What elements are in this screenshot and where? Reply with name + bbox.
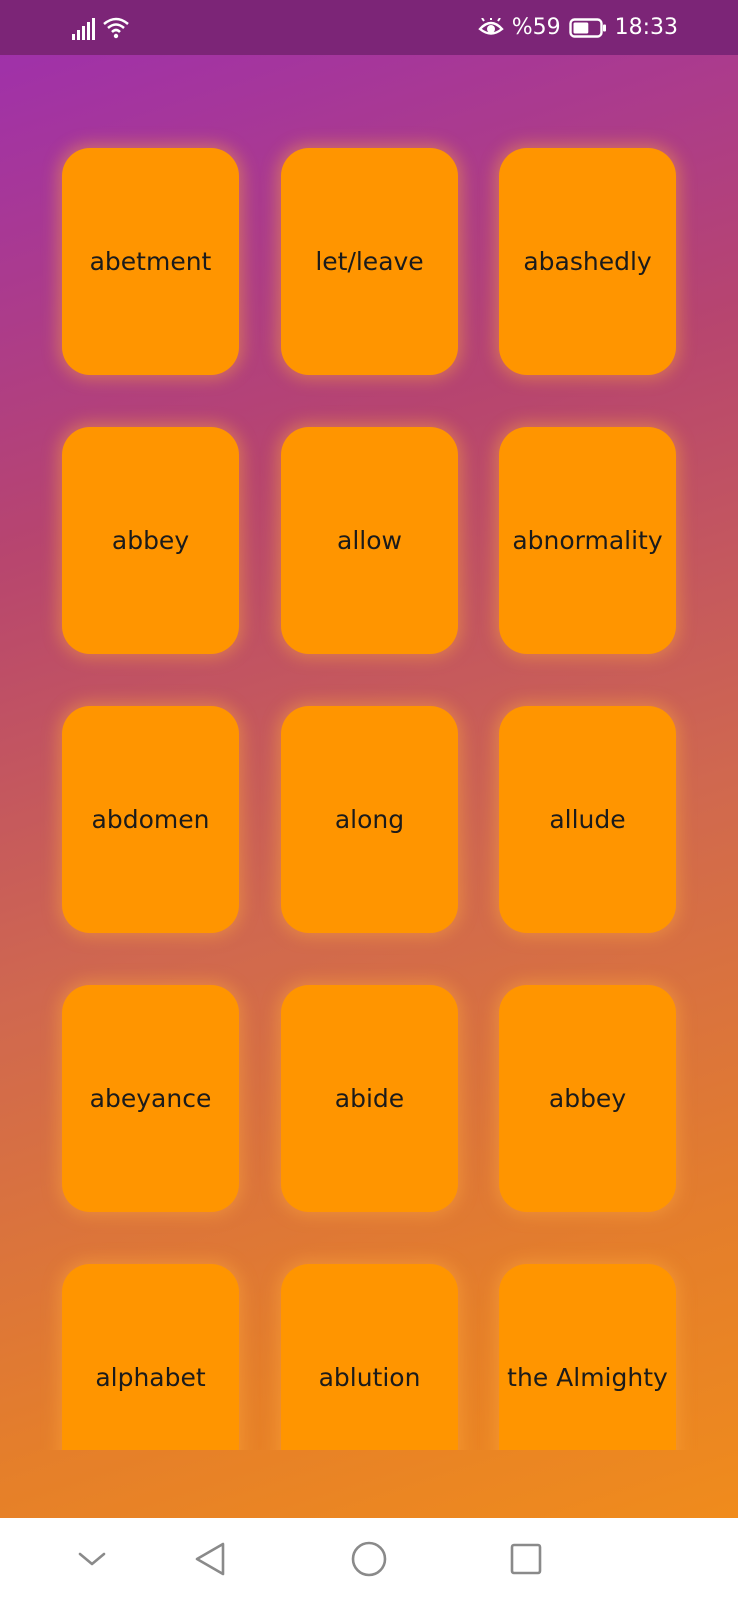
- word-card[interactable]: allow: [281, 427, 458, 654]
- word-card[interactable]: abnormality: [499, 427, 676, 654]
- battery-percent: %59: [511, 15, 561, 40]
- status-bar: %59 18:33: [0, 0, 738, 55]
- word-card-label: abnormality: [512, 526, 663, 555]
- word-card[interactable]: let/leave: [281, 148, 458, 375]
- word-card[interactable]: ablution: [281, 1264, 458, 1450]
- word-card[interactable]: abeyance: [62, 985, 239, 1212]
- word-card-label: abashedly: [523, 247, 652, 276]
- word-card[interactable]: the Almighty: [499, 1264, 676, 1450]
- chevron-down-icon[interactable]: [52, 1518, 132, 1600]
- status-right-group: %59 18:33: [477, 15, 678, 40]
- status-left-group: [72, 16, 130, 40]
- word-card[interactable]: abbey: [62, 427, 239, 654]
- word-card[interactable]: abide: [281, 985, 458, 1212]
- word-card-label: ablution: [318, 1363, 421, 1392]
- word-card-label: abdomen: [91, 805, 210, 834]
- word-card-label: allow: [337, 526, 402, 555]
- word-card[interactable]: abashedly: [499, 148, 676, 375]
- home-icon[interactable]: [329, 1518, 409, 1600]
- word-card-label: along: [334, 805, 405, 834]
- word-card-label: abbey: [111, 526, 190, 555]
- word-card-label: abeyance: [89, 1084, 212, 1113]
- word-card-grid: abetment let/leave abashedly abbey allow abno…: [0, 55, 738, 1450]
- word-card-label: allude: [549, 805, 626, 834]
- word-card-label: abide: [334, 1084, 405, 1113]
- word-card[interactable]: allude: [499, 706, 676, 933]
- back-icon[interactable]: [170, 1518, 250, 1600]
- word-card-label: the Almighty: [507, 1363, 668, 1392]
- battery-icon: [568, 17, 607, 39]
- word-card-label: abetment: [89, 247, 212, 276]
- navigation-bar: [0, 1518, 738, 1600]
- signal-icon: [72, 17, 96, 40]
- wifi-icon: [102, 16, 130, 40]
- word-card[interactable]: abbey: [499, 985, 676, 1212]
- eye-comfort-icon: [477, 17, 504, 38]
- clock-time: 18:33: [614, 15, 678, 40]
- word-card[interactable]: abdomen: [62, 706, 239, 933]
- word-card[interactable]: along: [281, 706, 458, 933]
- word-card-label: abbey: [548, 1084, 627, 1113]
- word-card[interactable]: abetment: [62, 148, 239, 375]
- word-card-label: let/leave: [315, 247, 424, 276]
- word-card-label: alphabet: [95, 1363, 206, 1392]
- recents-icon[interactable]: [486, 1518, 566, 1600]
- word-card[interactable]: alphabet: [62, 1264, 239, 1450]
